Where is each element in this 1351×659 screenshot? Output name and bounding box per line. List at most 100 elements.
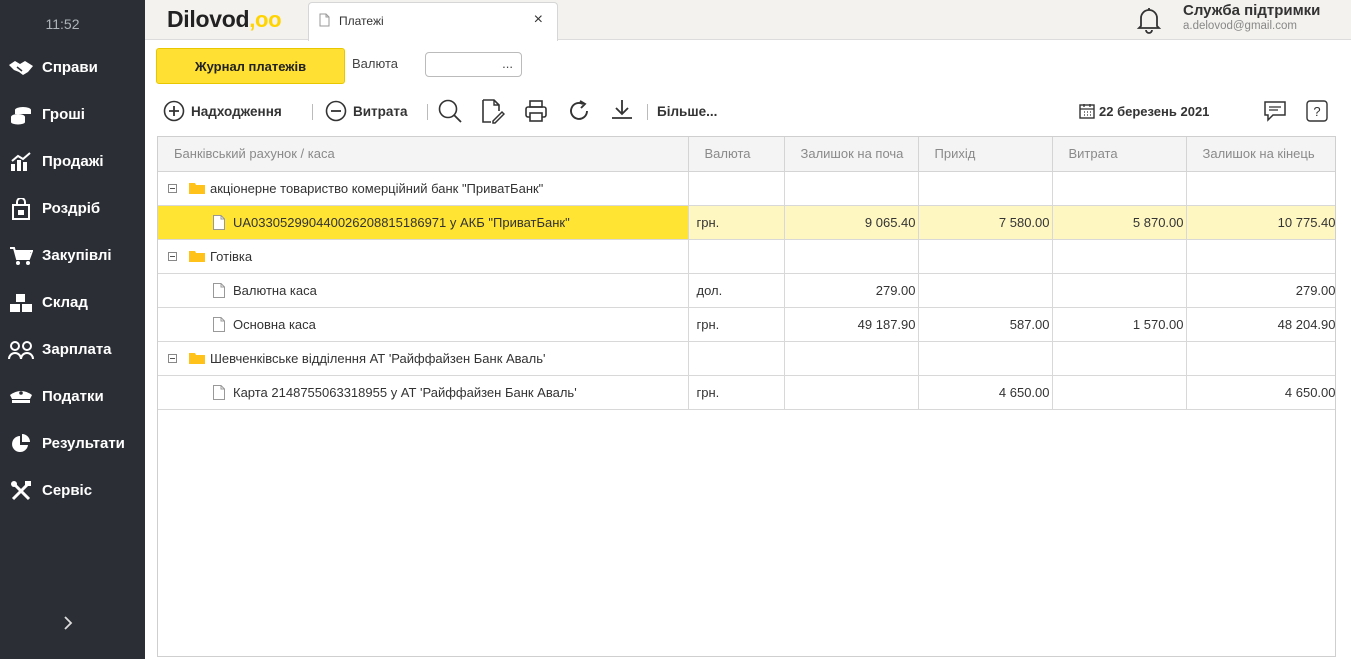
search-button[interactable] (437, 93, 463, 129)
download-icon (612, 100, 632, 119)
tab-label: Платежі (339, 14, 384, 28)
officer-cap-icon (8, 385, 34, 409)
sidebar-item-label: Сервіс (42, 482, 93, 499)
document-icon (213, 316, 225, 332)
sidebar-item-podatky[interactable]: Податки (0, 373, 145, 420)
cell-start: 279.00 (784, 273, 919, 308)
column-header-end-balance[interactable]: Залишок на кінець (1186, 137, 1335, 172)
document-icon (319, 13, 330, 30)
cell-expense: 1 570.00 (1052, 307, 1187, 342)
document-icon (213, 214, 225, 230)
document-icon (213, 282, 225, 298)
support-email: a.delovod@gmail.com (1183, 20, 1297, 32)
column-header-currency[interactable]: Валюта (688, 137, 785, 172)
app-logo[interactable]: Dilovod,oo (167, 6, 282, 33)
sidebar-item-sprava[interactable]: Справи (0, 44, 145, 91)
cell-end: 4 650.00 (1186, 375, 1335, 410)
support-title[interactable]: Служба підтримки (1183, 2, 1320, 19)
collapse-toggle[interactable] (168, 183, 177, 193)
cell-expense (1052, 239, 1187, 274)
sidebar-nav: Справи Гроші Продажі Роздріб Закупівлі С… (0, 44, 145, 514)
income-label: Надходження (191, 103, 282, 119)
logo-suffix: ,oo (249, 7, 282, 32)
column-header-start-balance[interactable]: Залишок на поча (784, 137, 919, 172)
expense-button[interactable]: Витрата (325, 93, 408, 129)
sidebar-item-label: Результати (42, 435, 125, 452)
sidebar-expand-button[interactable] (58, 612, 78, 634)
cell-income: 7 580.00 (918, 205, 1053, 240)
table-row[interactable]: Основна каса грн. 49 187.90 587.00 1 570… (158, 307, 1335, 342)
column-header-account[interactable]: Банківський рахунок / каса (158, 137, 689, 172)
refresh-button[interactable] (567, 93, 591, 129)
journal-button[interactable]: Журнал платежів (156, 48, 345, 84)
table-row-selected[interactable]: UA033052990440026208815186971 у АКБ "При… (158, 205, 1335, 240)
sidebar-item-servis[interactable]: Сервіс (0, 467, 145, 514)
chart-bars-icon (8, 150, 34, 174)
more-button[interactable]: Більше... (651, 93, 717, 129)
toolbar-divider (647, 104, 648, 120)
row-name: UA033052990440026208815186971 у АКБ "При… (233, 214, 570, 230)
close-icon[interactable]: × (534, 11, 543, 29)
table-row[interactable]: Карта 2148755063318955 у АТ 'Райффайзен … (158, 375, 1335, 410)
table-header: Банківський рахунок / каса Валюта Залишо… (158, 137, 1335, 172)
sidebar-item-zakupivli[interactable]: Закупівлі (0, 232, 145, 279)
table-row[interactable]: Валютна каса дол. 279.00 279.00 (158, 273, 1335, 308)
table-row-group[interactable]: Шевченківське відділення АТ 'Райффайзен … (158, 341, 1335, 376)
help-button[interactable]: ? (1306, 93, 1328, 129)
sidebar-item-rozdrib[interactable]: Роздріб (0, 185, 145, 232)
toolbar-divider (312, 104, 313, 120)
cell-currency: грн. (688, 375, 785, 410)
main-content: Журнал платежів Валюта ... Надходження В… (145, 41, 1351, 659)
download-button[interactable] (610, 93, 634, 129)
handshake-icon (8, 56, 34, 80)
sidebar-item-rezultaty[interactable]: Результати (0, 420, 145, 467)
comments-button[interactable] (1263, 93, 1287, 129)
coins-icon (8, 103, 34, 127)
sidebar-item-label: Справи (42, 59, 98, 76)
cell-currency (688, 239, 785, 274)
row-name: Шевченківське відділення АТ 'Райффайзен … (210, 350, 546, 366)
toolbar-divider (427, 104, 428, 120)
sidebar-item-zarplata[interactable]: Зарплата (0, 326, 145, 373)
toolbar: Надходження Витрата Більше... 22 березен… (145, 93, 1351, 129)
pie-chart-icon (8, 432, 34, 456)
row-name: Готівка (210, 248, 253, 264)
folder-icon (189, 251, 205, 262)
print-button[interactable] (524, 93, 548, 129)
bell-icon[interactable] (1136, 6, 1162, 34)
sidebar-item-label: Закупівлі (42, 247, 112, 264)
cell-currency: грн. (688, 307, 785, 342)
cell-start (784, 171, 919, 206)
cell-start: 9 065.40 (784, 205, 919, 240)
column-header-expense[interactable]: Витрата (1052, 137, 1187, 172)
date-picker[interactable]: 22 березень 2021 (1079, 93, 1209, 129)
cell-end: 10 775.40 (1186, 205, 1335, 240)
column-header-income[interactable]: Прихід (918, 137, 1053, 172)
boxes-icon (8, 291, 34, 315)
collapse-toggle[interactable] (168, 251, 177, 261)
tools-icon (8, 479, 34, 503)
sidebar-item-groshi[interactable]: Гроші (0, 91, 145, 138)
tab-platezhi[interactable]: Платежі × (308, 2, 558, 41)
cell-end: 279.00 (1186, 273, 1335, 308)
sidebar-item-prodazhi[interactable]: Продажі (0, 138, 145, 185)
income-button[interactable]: Надходження (163, 93, 282, 129)
cell-end (1186, 239, 1335, 274)
sidebar-item-sklad[interactable]: Склад (0, 279, 145, 326)
cell-currency: дол. (688, 273, 785, 308)
cell-income: 4 650.00 (918, 375, 1053, 410)
currency-select[interactable]: ... (425, 52, 522, 77)
more-label: Більше... (657, 103, 718, 119)
table-row-group[interactable]: акціонерне товариство комерційний банк "… (158, 171, 1335, 206)
cell-expense: 5 870.00 (1052, 205, 1187, 240)
calendar-icon (1079, 104, 1095, 119)
sidebar: 11:52 Справи Гроші Продажі Роздріб Закуп… (0, 0, 145, 659)
cell-income: 587.00 (918, 307, 1053, 342)
chat-icon (1264, 101, 1286, 122)
cell-start (784, 239, 919, 274)
cell-expense (1052, 171, 1187, 206)
table-row-group[interactable]: Готівка (158, 239, 1335, 274)
edit-button[interactable] (481, 93, 505, 129)
collapse-toggle[interactable] (168, 353, 177, 363)
shopping-bag-icon (8, 197, 34, 221)
